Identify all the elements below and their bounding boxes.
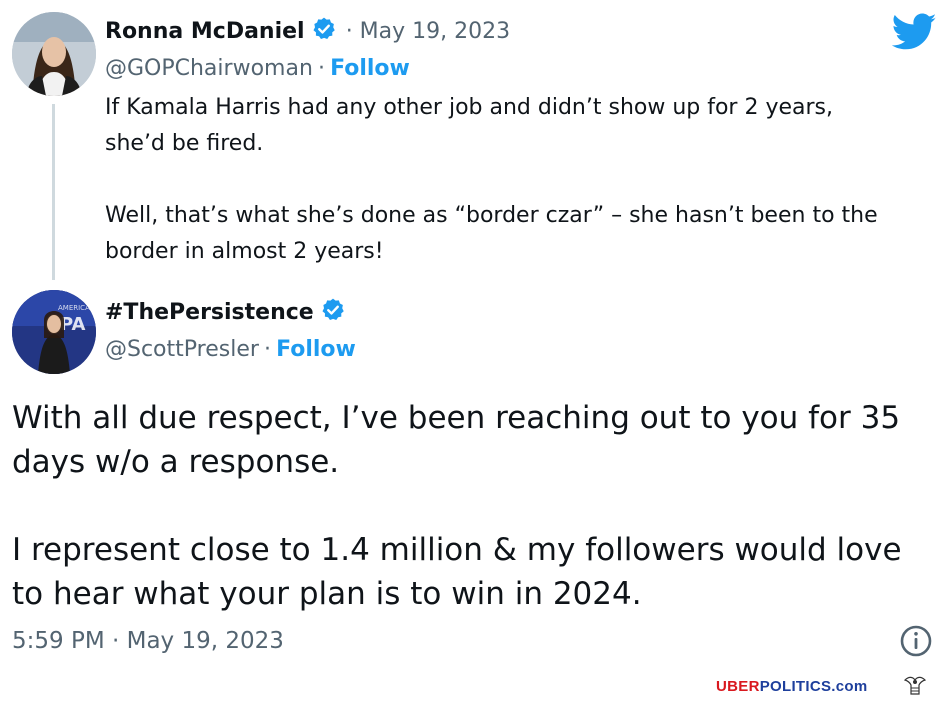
svg-text:AMERICAN: AMERICAN	[58, 304, 95, 312]
watermark-part-uber: UBER	[716, 678, 760, 695]
main-tweet-text: With all due respect, I’ve been reaching…	[12, 400, 902, 612]
twitter-bird-icon[interactable]	[891, 13, 937, 51]
reply-author-row: Ronna McDaniel · May 19, 2023	[105, 16, 510, 46]
main-author-row: #ThePersistence	[105, 297, 346, 327]
tweet-timestamp[interactable]: 5:59 PM · May 19, 2023	[12, 628, 284, 654]
reply-handle-row: @GOPChairwoman · Follow	[105, 56, 410, 81]
verified-badge-icon	[320, 297, 346, 327]
ronna-mcdaniel-avatar[interactable]	[12, 12, 96, 96]
main-separator: ·	[264, 337, 271, 362]
thepersistence-avatar[interactable]: AMERICAN PA	[12, 290, 96, 374]
main-follow-button[interactable]: Follow	[276, 337, 356, 362]
watermark-part-politics: POLITICS	[759, 678, 832, 695]
main-handle-row: @ScottPresler · Follow	[105, 337, 356, 362]
info-icon[interactable]	[899, 624, 933, 658]
main-display-name[interactable]: #ThePersistence	[105, 300, 314, 325]
uberpolitics-watermark: UBERPOLITICS.com	[716, 678, 868, 695]
reply-follow-button[interactable]: Follow	[330, 56, 410, 81]
reply-display-name[interactable]: Ronna McDaniel	[105, 19, 305, 44]
reply-tweet-text: If Kamala Harris had any other job and d…	[105, 95, 878, 264]
eagle-logo-icon	[902, 672, 928, 698]
reply-handle[interactable]: @GOPChairwoman	[105, 56, 313, 81]
thread-connector-line	[52, 104, 55, 280]
reply-date[interactable]: · May 19, 2023	[346, 19, 510, 44]
watermark-part-com: .com	[831, 678, 868, 695]
main-handle[interactable]: @ScottPresler	[105, 337, 259, 362]
verified-badge-icon	[311, 16, 337, 46]
reply-separator: ·	[317, 56, 325, 81]
